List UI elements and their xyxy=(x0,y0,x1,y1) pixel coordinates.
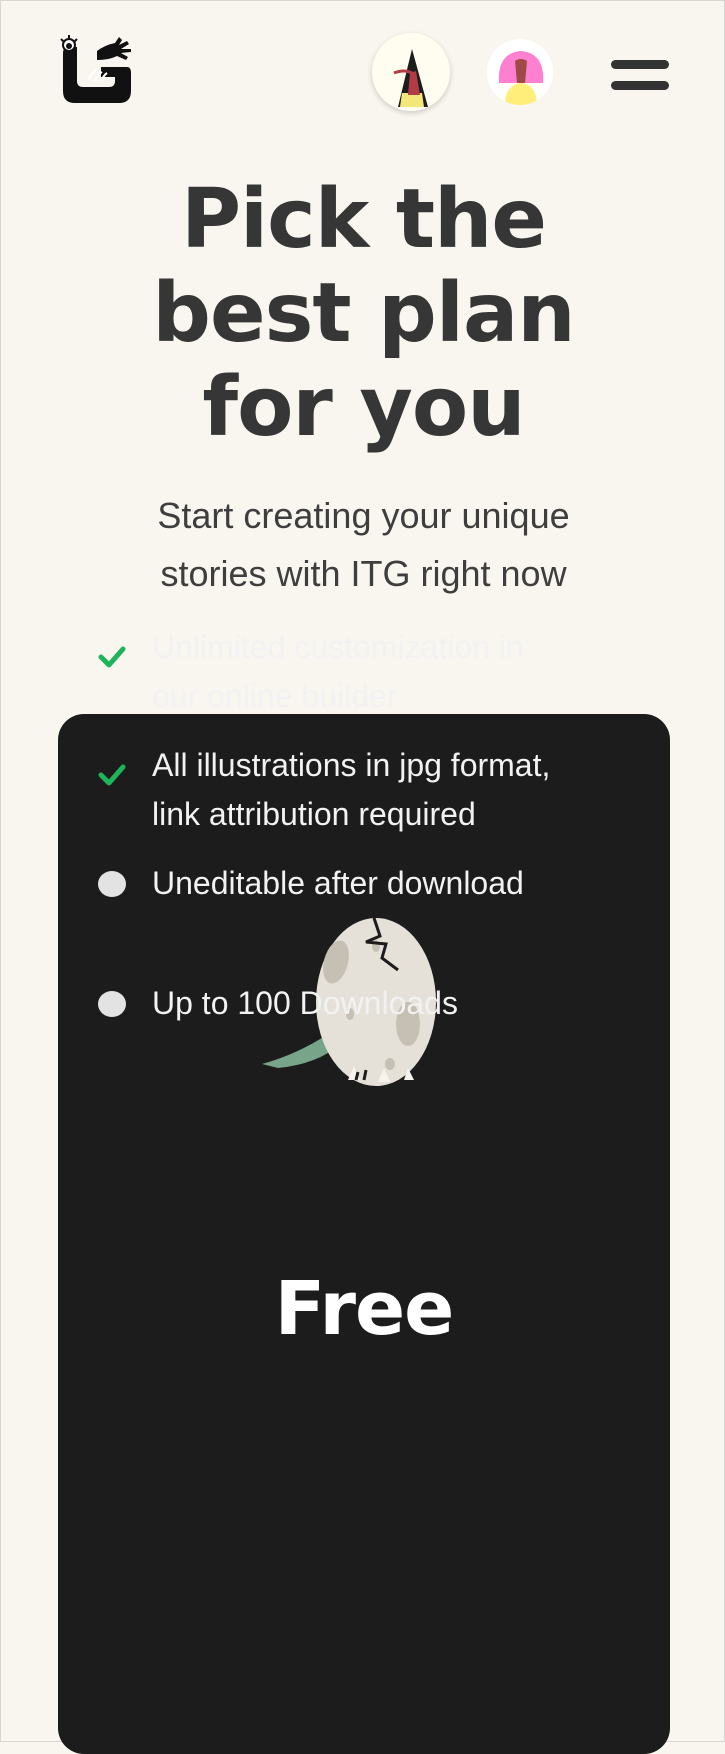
menu-bar-bottom xyxy=(611,81,669,90)
feature-text: All illustrations in jpg format, link at… xyxy=(152,741,602,839)
subtitle-line-2: stories with ITG right now xyxy=(160,553,567,594)
hamburger-menu-icon[interactable] xyxy=(609,57,673,97)
title-line-1: Pick the xyxy=(180,172,547,267)
feature-text: Uneditable after download xyxy=(152,859,602,908)
feature-text: Unlimited customization in our online bu… xyxy=(152,623,602,721)
title-line-2: best plan xyxy=(152,266,575,361)
page-title: Pick the best plan for you xyxy=(1,173,725,455)
character-avatar-icon[interactable] xyxy=(372,33,450,111)
feature-text: Up to 100 Downloads xyxy=(152,979,602,1028)
feature-line: Up to 100 Downloads xyxy=(152,985,458,1021)
page-subtitle: Start creating your unique stories with … xyxy=(91,487,636,603)
feature-line: Unlimited customization in xyxy=(152,629,524,665)
feature-line: All illustrations in jpg format, xyxy=(152,747,551,783)
check-icon xyxy=(98,753,126,786)
title-line-3: for you xyxy=(202,360,525,455)
site-header xyxy=(1,1,725,141)
itg-logo-icon[interactable] xyxy=(57,33,137,109)
feature-line: link attribution required xyxy=(152,796,476,832)
pink-hair-avatar-icon[interactable] xyxy=(487,39,553,105)
bullet-dot-icon xyxy=(98,991,126,1017)
check-icon xyxy=(98,635,126,668)
menu-bar-top xyxy=(611,60,669,69)
feature-line: Uneditable after download xyxy=(152,865,524,901)
bullet-dot-icon xyxy=(98,871,126,897)
subtitle-line-1: Start creating your unique xyxy=(157,495,570,536)
feature-line: our online builder xyxy=(152,678,398,714)
plan-name: Free xyxy=(274,1266,455,1352)
